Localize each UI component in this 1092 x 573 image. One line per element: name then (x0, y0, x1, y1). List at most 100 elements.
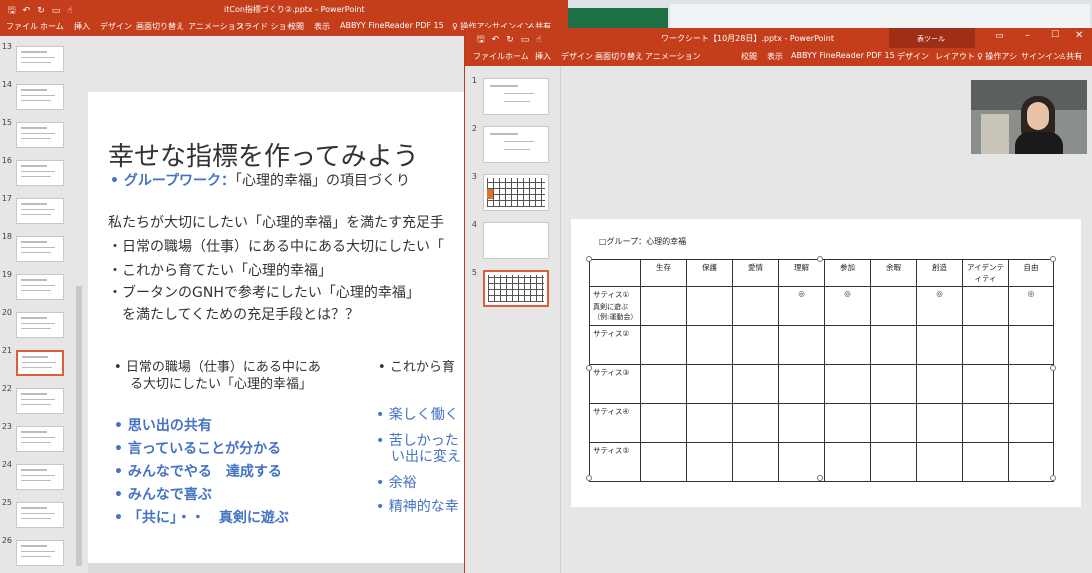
tab-abbyy[interactable]: ABBYY FineReader PDF 15 (340, 21, 444, 30)
slide-thumbnail[interactable] (483, 174, 549, 211)
table-cell[interactable] (778, 403, 825, 443)
table-cell[interactable] (870, 325, 917, 365)
slide-thumbnail[interactable] (483, 222, 549, 259)
row-header[interactable]: サティス① 真剣に遊ぶ（例:運動会） (589, 286, 641, 326)
resize-handle[interactable] (586, 365, 592, 371)
table-cell[interactable] (732, 442, 779, 482)
table-cell[interactable] (686, 442, 733, 482)
tab-home[interactable]: ホーム (505, 51, 529, 62)
slide-thumbnail[interactable] (16, 502, 64, 528)
slide-thumbnail[interactable] (16, 312, 64, 338)
slide-canvas[interactable]: 幸せな指標を作ってみよう • グループワーク：「心理的幸福」の項目づくり 私たち… (88, 92, 468, 573)
table-cell[interactable] (916, 442, 963, 482)
tab-view[interactable]: 表示 (314, 21, 330, 32)
resize-handle[interactable] (1050, 475, 1056, 481)
redo-icon[interactable]: ↻ (506, 35, 514, 45)
tab-insert[interactable]: 挿入 (74, 21, 90, 32)
ribbon-display-icon[interactable]: ▭ (995, 31, 1004, 41)
row-header[interactable]: サティス⑤ (589, 442, 641, 482)
slide-thumbnail[interactable] (16, 46, 64, 72)
search-tell-me[interactable]: ♀ 操作アシ (977, 51, 1017, 62)
table-cell[interactable] (962, 364, 1009, 404)
table-cell[interactable] (870, 364, 917, 404)
table-cell[interactable] (916, 325, 963, 365)
table-cell[interactable] (732, 286, 779, 326)
slide-thumbnail[interactable] (16, 274, 64, 300)
slide-thumbnail[interactable] (16, 426, 64, 452)
thumbnail-scrollbar[interactable] (76, 286, 82, 566)
table-cell[interactable] (640, 325, 687, 365)
close-icon[interactable]: ✕ (1075, 30, 1083, 41)
table-cell[interactable] (640, 286, 687, 326)
table-cell[interactable] (870, 286, 917, 326)
slide-thumbnail[interactable] (16, 236, 64, 262)
tab-file[interactable]: ファイル (6, 21, 38, 32)
share-button[interactable]: ♙共有 (1059, 51, 1082, 62)
table-cell[interactable] (1008, 442, 1054, 482)
table-cell[interactable] (916, 403, 963, 443)
worksheet-table[interactable]: 生存 保護 愛情 理解 参加 余暇 創造 アイデンティティ 自由 サティス① 真剣に遊ぶ（例:運動会… (589, 259, 1054, 482)
table-cell[interactable] (1008, 364, 1054, 404)
table-cell[interactable] (870, 403, 917, 443)
table-cell[interactable] (916, 364, 963, 404)
column-header[interactable]: 保護 (686, 259, 733, 287)
tab-table-layout[interactable]: レイアウト (935, 51, 975, 62)
resize-handle[interactable] (1050, 365, 1056, 371)
column-header[interactable]: 創造 (916, 259, 963, 287)
table-cell[interactable] (824, 403, 871, 443)
table-cell[interactable] (870, 442, 917, 482)
slide-canvas[interactable]: □グループ：心理的幸福 生存 保護 愛情 理解 参加 余暇 創造 アイデンティティ 自由 サティス… (571, 219, 1081, 507)
column-header[interactable]: 生存 (640, 259, 687, 287)
table-cell[interactable] (1008, 403, 1054, 443)
table-cell[interactable] (732, 403, 779, 443)
column-header[interactable]: 余暇 (870, 259, 917, 287)
slide-thumbnail[interactable] (16, 122, 64, 148)
browser-tabs-bar[interactable] (670, 4, 1090, 28)
slide-thumbnail[interactable] (16, 388, 64, 414)
resize-handle[interactable] (586, 475, 592, 481)
tab-transitions[interactable]: 画面切り替え (595, 51, 643, 62)
slide-thumbnail[interactable] (16, 160, 64, 186)
tab-review[interactable]: 校閲 (741, 51, 757, 62)
tab-view[interactable]: 表示 (767, 51, 783, 62)
resize-handle[interactable] (1050, 256, 1056, 262)
undo-icon[interactable]: ↶ (23, 6, 31, 16)
present-icon[interactable]: ▭ (521, 35, 530, 45)
slide-thumbnail[interactable] (16, 540, 64, 566)
row-header[interactable]: サティス② (589, 325, 641, 365)
table-cell[interactable] (640, 364, 687, 404)
tab-review[interactable]: 校閲 (288, 21, 304, 32)
table-cell[interactable] (732, 325, 779, 365)
table-cell[interactable] (778, 325, 825, 365)
minimize-icon[interactable]: – (1025, 30, 1030, 41)
column-header[interactable]: アイデンティティ (962, 259, 1009, 287)
undo-icon[interactable]: ↶ (492, 35, 500, 45)
redo-icon[interactable]: ↻ (37, 6, 45, 16)
table-cell[interactable] (778, 364, 825, 404)
row-header[interactable]: サティス④ (589, 403, 641, 443)
save-icon[interactable]: 🖫 (8, 3, 16, 19)
table-cell[interactable]: ◎ (778, 286, 825, 326)
tab-design[interactable]: デザイン (561, 51, 593, 62)
tab-insert[interactable]: 挿入 (535, 51, 551, 62)
table-cell[interactable] (962, 403, 1009, 443)
resize-handle[interactable] (817, 256, 823, 262)
maximize-icon[interactable]: ☐ (1051, 30, 1059, 40)
table-cell[interactable] (686, 325, 733, 365)
column-header[interactable]: 参加 (824, 259, 871, 287)
slide-thumbnail[interactable] (483, 270, 549, 307)
present-icon[interactable]: ▭ (52, 6, 61, 16)
touch-icon[interactable]: ☝ (536, 35, 541, 45)
column-header[interactable]: 自由 (1008, 259, 1054, 287)
table-cell[interactable] (824, 325, 871, 365)
tab-abbyy[interactable]: ABBYY FineReader PDF 15 (791, 51, 895, 60)
tab-table-design[interactable]: デザイン (897, 51, 929, 62)
slide-thumbnail[interactable] (483, 126, 549, 163)
column-header[interactable]: 愛情 (732, 259, 779, 287)
table-cell[interactable] (824, 442, 871, 482)
touch-icon[interactable]: ☝ (67, 6, 72, 16)
slide-thumbnail[interactable] (16, 350, 64, 376)
column-header[interactable] (589, 259, 641, 287)
tab-transitions[interactable]: 画面切り替え (136, 21, 184, 32)
save-icon[interactable]: 🖫 (477, 32, 485, 48)
